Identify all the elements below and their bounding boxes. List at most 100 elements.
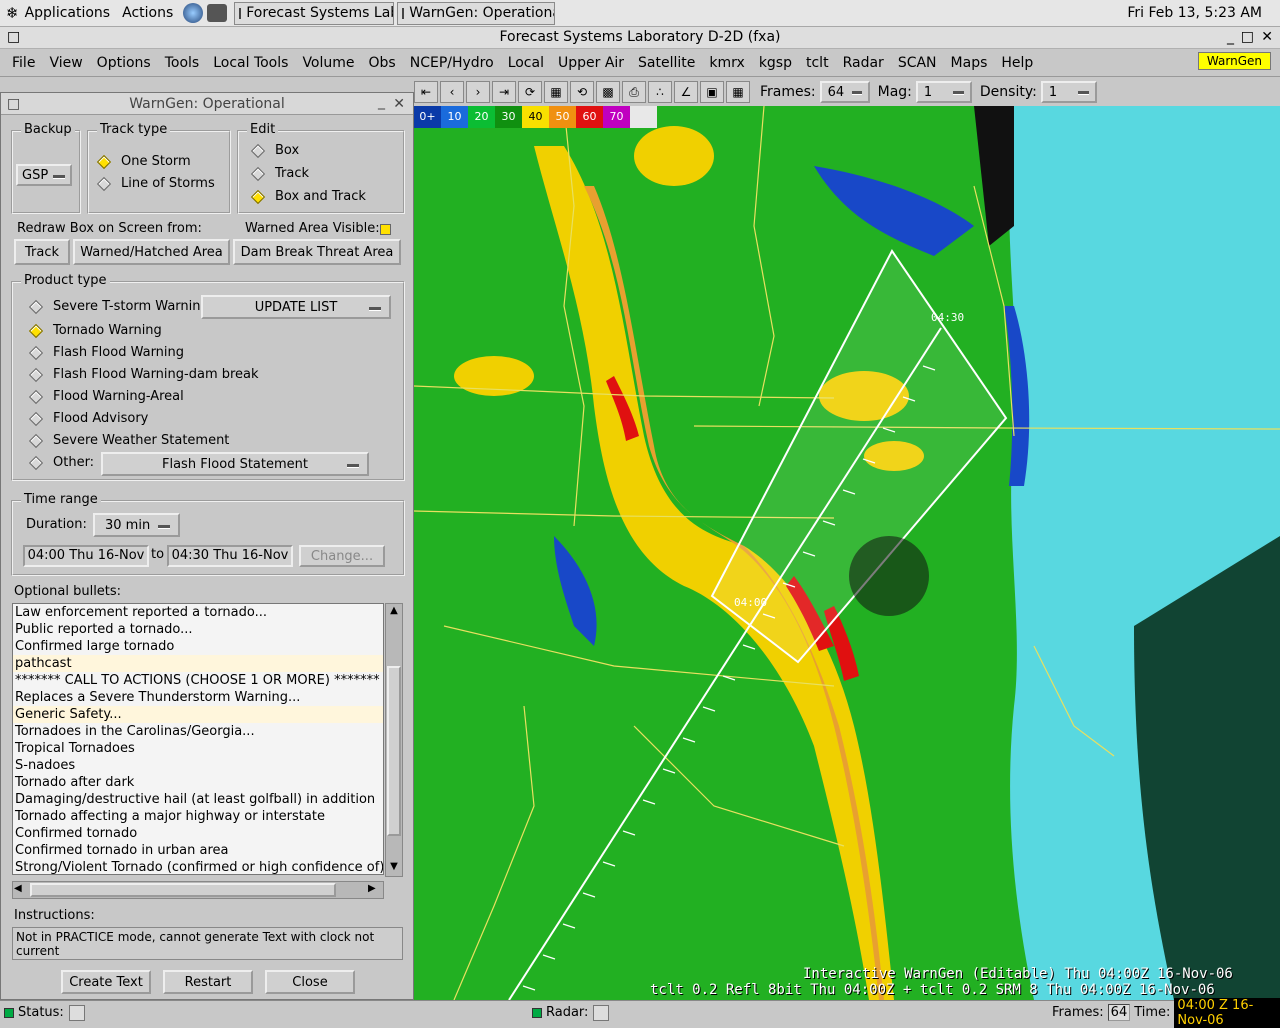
list-item[interactable]: Public reported a tornado...	[13, 621, 383, 638]
main-window-titlebar[interactable]: □ Forecast Systems Laboratory D-2D (fxa)…	[0, 27, 1280, 49]
image-combine-icon[interactable]: ▩	[596, 81, 620, 103]
mag-select[interactable]: 1	[915, 81, 972, 103]
radio-flash-flood-warning[interactable]: Flash Flood Warning	[28, 345, 184, 360]
actions-menu[interactable]: Actions	[116, 5, 179, 21]
terminal-launcher-icon[interactable]	[207, 4, 228, 22]
menu-local-tools[interactable]: Local Tools	[206, 55, 295, 71]
scroll-right-icon[interactable]: ▶	[368, 883, 382, 897]
points-icon[interactable]: ∴	[648, 81, 672, 103]
restart-button[interactable]: Restart	[163, 970, 253, 994]
menu-help[interactable]: Help	[994, 55, 1040, 71]
optional-bullets-list[interactable]: Law enforcement reported a tornado... Pu…	[12, 603, 384, 875]
menu-upper-air[interactable]: Upper Air	[551, 55, 631, 71]
radar-expand-icon[interactable]	[593, 1004, 610, 1021]
scroll-left-icon[interactable]: ◀	[14, 883, 28, 897]
warngen-button[interactable]: WarnGen	[1197, 52, 1271, 70]
menu-maps[interactable]: Maps	[944, 55, 995, 71]
list-item[interactable]: Confirmed tornado	[13, 825, 383, 842]
radio-box[interactable]: Box	[250, 143, 299, 158]
four-panel-icon[interactable]: ▦	[726, 81, 750, 103]
radio-one-storm[interactable]: One Storm	[96, 154, 191, 169]
bullets-vertical-scrollbar[interactable]: ▲ ▼	[385, 603, 403, 877]
list-item[interactable]: ******* CALL TO ACTIONS (CHOOSE 1 OR MOR…	[13, 672, 383, 689]
panel-clock[interactable]: Fri Feb 13, 5:23 AM	[1127, 5, 1262, 21]
warned-area-visible-checkbox[interactable]	[380, 224, 391, 235]
menu-ncep-hydro[interactable]: NCEP/Hydro	[403, 55, 501, 71]
close-icon[interactable]: ✕	[393, 93, 405, 115]
list-item[interactable]: Tropical Tornadoes	[13, 740, 383, 757]
menu-obs[interactable]: Obs	[362, 55, 403, 71]
other-product-select[interactable]: Flash Flood Statement	[101, 452, 369, 476]
redraw-warned-area-button[interactable]: Warned/Hatched Area	[73, 239, 230, 265]
gnome-foot-icon[interactable]: ❄	[6, 4, 19, 22]
menu-view[interactable]: View	[42, 55, 89, 71]
duration-select[interactable]: 30 min	[93, 513, 180, 537]
change-time-button[interactable]: Change...	[299, 545, 385, 567]
window-menu-icon[interactable]: □	[7, 93, 20, 115]
menu-volume[interactable]: Volume	[295, 55, 361, 71]
radio-flood-warning-areal[interactable]: Flood Warning-Areal	[28, 389, 184, 404]
menu-kgsp[interactable]: kgsp	[752, 55, 799, 71]
list-item[interactable]: pathcast	[13, 655, 383, 672]
menu-scan[interactable]: SCAN	[891, 55, 944, 71]
end-time-field[interactable]: 04:30 Thu 16-Nov	[167, 545, 293, 567]
menu-satellite[interactable]: Satellite	[631, 55, 702, 71]
menu-file[interactable]: File	[5, 55, 42, 71]
taskbar-item-fsl[interactable]: Forecast Systems Labo	[234, 1, 395, 25]
first-frame-icon[interactable]: ⇤	[414, 81, 438, 103]
bullets-horizontal-scrollbar[interactable]: ◀ ▶	[12, 881, 384, 899]
list-item[interactable]: Generic Safety...	[13, 706, 383, 723]
list-item[interactable]: Confirmed tornado in urban area	[13, 842, 383, 859]
close-icon[interactable]: ✕	[1261, 27, 1273, 48]
update-list-button[interactable]: UPDATE LIST	[201, 295, 391, 319]
print-icon[interactable]: ⎙	[622, 81, 646, 103]
scroll-down-icon[interactable]: ▼	[387, 861, 401, 875]
radio-flash-flood-dam-break[interactable]: Flash Flood Warning-dam break	[28, 367, 259, 382]
radio-tornado-warning[interactable]: Tornado Warning	[28, 323, 162, 338]
list-item[interactable]: Replaces a Severe Thunderstorm Warning..…	[13, 689, 383, 706]
close-button[interactable]: Close	[265, 970, 355, 994]
dam-break-threat-area-button[interactable]: Dam Break Threat Area	[233, 239, 401, 265]
window-menu-icon[interactable]: □	[7, 27, 20, 48]
list-item[interactable]: Confirmed large tornado	[13, 638, 383, 655]
menu-local[interactable]: Local	[501, 55, 551, 71]
frames-select[interactable]: 64	[819, 81, 870, 103]
status-expand-icon[interactable]	[68, 1004, 85, 1021]
taskbar-item-warngen[interactable]: WarnGen: Operational	[397, 1, 556, 25]
redraw-track-button[interactable]: Track	[14, 239, 70, 265]
minimize-icon[interactable]: _	[378, 91, 385, 113]
radio-severe-weather-statement[interactable]: Severe Weather Statement	[28, 433, 229, 448]
radio-track[interactable]: Track	[250, 166, 309, 181]
list-item[interactable]: Damaging/destructive hail (at least golf…	[13, 791, 383, 808]
list-item[interactable]: Tornadoes in the Carolinas/Georgia...	[13, 723, 383, 740]
horizontal-scroll-thumb[interactable]	[30, 883, 336, 897]
image-properties-icon[interactable]: ▦	[544, 81, 568, 103]
list-item[interactable]: Strong/Violent Tornado (confirmed or hig…	[13, 859, 383, 874]
radio-severe-tstorm-warning[interactable]: Severe T-storm Warning	[28, 299, 209, 314]
rotate-panel-icon[interactable]: ⟲	[570, 81, 594, 103]
list-item[interactable]: Tornado affecting a major highway or int…	[13, 808, 383, 825]
list-item[interactable]: Tornado after dark	[13, 774, 383, 791]
radar-image[interactable]: 04:30 04:00	[414, 106, 1280, 1000]
radar-display[interactable]: 04:30 04:00 Interactive WarnGen (Editabl…	[414, 106, 1280, 1000]
menu-tclt[interactable]: tclt	[799, 55, 836, 71]
create-text-button[interactable]: Create Text	[61, 970, 151, 994]
warngen-titlebar[interactable]: □ WarnGen: Operational _ ✕	[1, 93, 413, 115]
last-frame-icon[interactable]: ⇥	[492, 81, 516, 103]
applications-menu[interactable]: Applications	[19, 5, 117, 21]
radio-line-of-storms[interactable]: Line of Storms	[96, 176, 215, 191]
radio-other[interactable]: Other:	[28, 455, 94, 470]
menu-radar[interactable]: Radar	[836, 55, 891, 71]
scroll-up-icon[interactable]: ▲	[387, 605, 401, 619]
browser-launcher-icon[interactable]	[183, 3, 204, 23]
menu-options[interactable]: Options	[90, 55, 158, 71]
prev-frame-icon[interactable]: ‹	[440, 81, 464, 103]
backup-select[interactable]: GSP	[16, 164, 72, 186]
list-item[interactable]: Law enforcement reported a tornado...	[13, 604, 383, 621]
list-item[interactable]: S-nadoes	[13, 757, 383, 774]
vertical-scroll-thumb[interactable]	[387, 666, 401, 836]
density-select[interactable]: 1	[1040, 81, 1097, 103]
menu-kmrx[interactable]: kmrx	[702, 55, 751, 71]
radio-box-and-track[interactable]: Box and Track	[250, 189, 366, 204]
maximize-icon[interactable]: □	[1241, 27, 1254, 48]
